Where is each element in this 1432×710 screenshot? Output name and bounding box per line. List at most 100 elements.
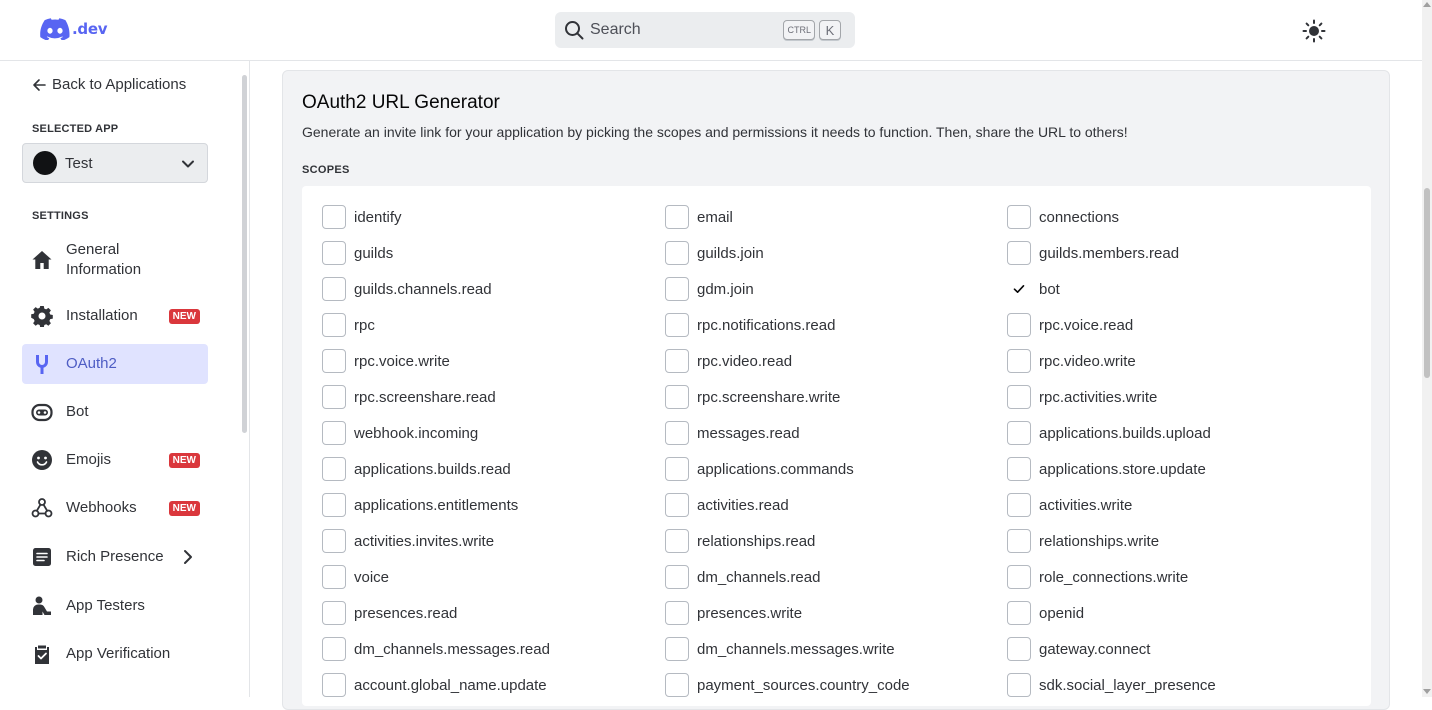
scope-checkbox[interactable] (322, 565, 346, 589)
scope-option-webhook-incoming[interactable]: webhook.incoming (322, 421, 478, 445)
scope-option-email[interactable]: email (665, 205, 733, 229)
scope-checkbox[interactable] (322, 673, 346, 697)
scope-checkbox[interactable] (665, 565, 689, 589)
search-bar[interactable]: Search CTRL K (555, 12, 855, 48)
scope-checkbox[interactable] (665, 205, 689, 229)
scope-checkbox[interactable] (665, 601, 689, 625)
scope-option-identify[interactable]: identify (322, 205, 402, 229)
scope-option-account-global-name-update[interactable]: account.global_name.update (322, 673, 547, 697)
scope-checkbox[interactable] (1007, 601, 1031, 625)
scope-option-applications-builds-upload[interactable]: applications.builds.upload (1007, 421, 1211, 445)
scope-option-bot[interactable]: bot (1007, 277, 1060, 301)
scope-checkbox[interactable] (665, 241, 689, 265)
scope-checkbox[interactable] (322, 529, 346, 553)
scope-option-rpc-screenshare-read[interactable]: rpc.screenshare.read (322, 385, 496, 409)
scroll-up-arrow[interactable] (1423, 2, 1431, 7)
sidebar-item-bot[interactable]: Bot (22, 392, 208, 432)
scope-option-activities-read[interactable]: activities.read (665, 493, 789, 517)
scope-option-sdk-social-layer-presence[interactable]: sdk.social_layer_presence (1007, 673, 1216, 697)
scope-checkbox[interactable] (1007, 493, 1031, 517)
scope-checkbox[interactable] (322, 385, 346, 409)
scope-option-relationships-write[interactable]: relationships.write (1007, 529, 1159, 553)
scope-option-openid[interactable]: openid (1007, 601, 1084, 625)
scope-option-rpc-video-write[interactable]: rpc.video.write (1007, 349, 1136, 373)
scope-option-guilds-join[interactable]: guilds.join (665, 241, 764, 265)
scope-checkbox[interactable] (1007, 565, 1031, 589)
scope-checkbox[interactable] (322, 637, 346, 661)
app-selector-dropdown[interactable]: Test (22, 143, 208, 183)
scope-option-guilds-members-read[interactable]: guilds.members.read (1007, 241, 1179, 265)
page-scrollbar-thumb[interactable] (1424, 188, 1430, 378)
sidebar-scrollbar[interactable] (241, 61, 249, 697)
scope-checkbox[interactable] (1007, 385, 1031, 409)
scope-option-rpc-video-read[interactable]: rpc.video.read (665, 349, 792, 373)
scope-checkbox[interactable] (322, 205, 346, 229)
scope-checkbox[interactable] (665, 277, 689, 301)
scope-option-rpc-voice-write[interactable]: rpc.voice.write (322, 349, 450, 373)
scope-option-applications-builds-read[interactable]: applications.builds.read (322, 457, 511, 481)
scope-option-rpc-voice-read[interactable]: rpc.voice.read (1007, 313, 1133, 337)
scope-option-dm-channels-messages-write[interactable]: dm_channels.messages.write (665, 637, 895, 661)
scope-checkbox[interactable] (322, 349, 346, 373)
sidebar-item-app-testers[interactable]: App Testers (22, 586, 208, 626)
scope-option-presences-write[interactable]: presences.write (665, 601, 802, 625)
scope-checkbox[interactable] (665, 313, 689, 337)
scope-checkbox[interactable] (665, 493, 689, 517)
scope-option-role-connections-write[interactable]: role_connections.write (1007, 565, 1188, 589)
scope-option-messages-read[interactable]: messages.read (665, 421, 800, 445)
scope-checkbox[interactable] (1007, 349, 1031, 373)
scope-checkbox[interactable] (1007, 637, 1031, 661)
scope-option-voice[interactable]: voice (322, 565, 389, 589)
discord-dev-logo[interactable]: .dev (40, 18, 107, 40)
scope-option-dm-channels-read[interactable]: dm_channels.read (665, 565, 820, 589)
scope-checkbox[interactable] (1007, 529, 1031, 553)
scope-checkbox[interactable] (1007, 277, 1031, 301)
page-scrollbar[interactable] (1422, 0, 1432, 697)
scope-option-guilds[interactable]: guilds (322, 241, 393, 265)
scope-checkbox[interactable] (1007, 421, 1031, 445)
scope-option-gdm-join[interactable]: gdm.join (665, 277, 754, 301)
scope-checkbox[interactable] (665, 457, 689, 481)
scope-checkbox[interactable] (665, 385, 689, 409)
scope-checkbox[interactable] (322, 277, 346, 301)
scope-checkbox[interactable] (665, 421, 689, 445)
scope-option-presences-read[interactable]: presences.read (322, 601, 457, 625)
scope-option-rpc[interactable]: rpc (322, 313, 375, 337)
scope-option-gateway-connect[interactable]: gateway.connect (1007, 637, 1150, 661)
scope-option-activities-invites-write[interactable]: activities.invites.write (322, 529, 494, 553)
scope-checkbox[interactable] (1007, 673, 1031, 697)
scope-checkbox[interactable] (322, 601, 346, 625)
sidebar-item-rich-presence[interactable]: Rich Presence (22, 537, 208, 577)
scope-checkbox[interactable] (665, 349, 689, 373)
scope-option-relationships-read[interactable]: relationships.read (665, 529, 815, 553)
scope-checkbox[interactable] (665, 637, 689, 661)
scope-option-rpc-notifications-read[interactable]: rpc.notifications.read (665, 313, 835, 337)
sidebar-item-general-information[interactable]: General Information (22, 235, 208, 285)
scope-checkbox[interactable] (1007, 313, 1031, 337)
scope-option-guilds-channels-read[interactable]: guilds.channels.read (322, 277, 492, 301)
scope-checkbox[interactable] (322, 241, 346, 265)
sidebar-scrollbar-thumb[interactable] (242, 75, 247, 433)
scope-checkbox[interactable] (1007, 457, 1031, 481)
sidebar-item-webhooks[interactable]: Webhooks NEW (22, 488, 208, 528)
scope-checkbox[interactable] (322, 421, 346, 445)
scope-option-rpc-activities-write[interactable]: rpc.activities.write (1007, 385, 1157, 409)
sidebar-item-emojis[interactable]: Emojis NEW (22, 440, 208, 480)
scope-checkbox[interactable] (1007, 205, 1031, 229)
scope-option-rpc-screenshare-write[interactable]: rpc.screenshare.write (665, 385, 840, 409)
scroll-down-arrow[interactable] (1423, 689, 1431, 694)
scope-option-applications-store-update[interactable]: applications.store.update (1007, 457, 1206, 481)
scope-option-connections[interactable]: connections (1007, 205, 1119, 229)
scope-option-dm-channels-messages-read[interactable]: dm_channels.messages.read (322, 637, 550, 661)
back-to-applications-link[interactable]: Back to Applications (32, 76, 186, 93)
scope-checkbox[interactable] (665, 673, 689, 697)
scope-option-payment-sources-country-code[interactable]: payment_sources.country_code (665, 673, 910, 697)
scope-option-activities-write[interactable]: activities.write (1007, 493, 1132, 517)
scope-option-applications-commands[interactable]: applications.commands (665, 457, 854, 481)
sidebar-item-installation[interactable]: Installation NEW (22, 296, 208, 336)
scope-checkbox[interactable] (322, 493, 346, 517)
scope-option-applications-entitlements[interactable]: applications.entitlements (322, 493, 518, 517)
theme-toggle-button[interactable] (1300, 17, 1328, 45)
scope-checkbox[interactable] (665, 529, 689, 553)
scope-checkbox[interactable] (1007, 241, 1031, 265)
